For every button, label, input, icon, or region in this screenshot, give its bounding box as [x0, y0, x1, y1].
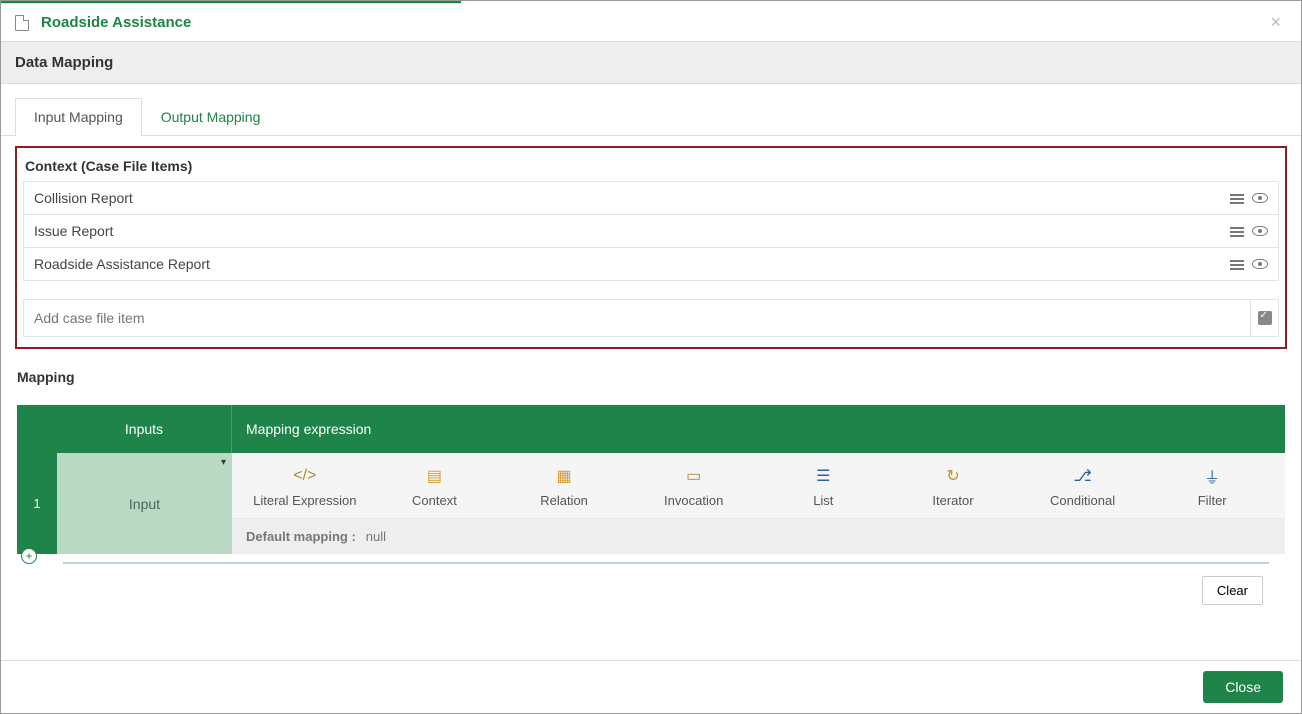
context-heading: Context (Case File Items) — [23, 154, 1279, 182]
tool-label: Invocation — [664, 493, 723, 508]
case-file-item-row[interactable]: Issue Report — [23, 214, 1279, 248]
invocation-icon: ▭ — [686, 467, 701, 485]
tool-iterator[interactable]: ↻ Iterator — [898, 467, 1008, 508]
mapping-heading: Mapping — [1, 359, 1301, 389]
conditional-icon: ⎇ — [1073, 467, 1091, 485]
page-title: Roadside Assistance — [41, 14, 191, 31]
case-file-item-row[interactable]: Roadside Assistance Report — [23, 247, 1279, 281]
row-number: 1 — [17, 453, 57, 554]
list-icon: ☰ — [816, 467, 830, 485]
add-case-file-item-row — [23, 299, 1279, 337]
add-case-file-item-input[interactable] — [24, 300, 1250, 336]
eye-icon[interactable] — [1252, 193, 1268, 203]
context-icon: ▤ — [427, 467, 442, 485]
tool-label: Relation — [540, 493, 588, 508]
tabs: Input Mapping Output Mapping — [1, 84, 1301, 136]
mapping-area: Inputs Mapping expression 1 Input ▾ </> … — [1, 389, 1301, 605]
section-header: Data Mapping — [1, 42, 1301, 84]
tool-label: Context — [412, 493, 457, 508]
reorder-icon[interactable] — [1230, 258, 1244, 270]
mapping-table: Inputs Mapping expression 1 Input ▾ </> … — [17, 405, 1285, 554]
tool-filter[interactable]: ⏚ Filter — [1157, 467, 1267, 508]
context-panel: Context (Case File Items) Collision Repo… — [15, 146, 1287, 349]
tool-context[interactable]: ▤ Context — [379, 467, 489, 508]
close-button[interactable]: Close — [1203, 671, 1283, 703]
clear-button[interactable]: Clear — [1202, 576, 1263, 605]
eye-icon[interactable] — [1252, 259, 1268, 269]
chevron-down-icon[interactable]: ▾ — [221, 457, 226, 468]
code-icon: </> — [293, 467, 316, 485]
default-mapping-value: null — [366, 529, 386, 544]
tool-conditional[interactable]: ⎇ Conditional — [1028, 467, 1138, 508]
default-mapping-label: Default mapping : — [246, 529, 356, 544]
case-file-item-label: Issue Report — [34, 223, 1230, 239]
tool-label: Conditional — [1050, 493, 1115, 508]
add-row-button[interactable]: + — [21, 548, 37, 564]
tool-list[interactable]: ☰ List — [768, 467, 878, 508]
mapping-row: 1 Input ▾ </> Literal Expression ▤ Conte… — [17, 453, 1285, 554]
case-file-item-row[interactable]: Collision Report — [23, 181, 1279, 215]
reorder-icon[interactable] — [1230, 192, 1244, 204]
add-confirm-button[interactable] — [1250, 300, 1278, 336]
col-inputs-header: Inputs — [57, 405, 232, 453]
expression-toolbar: </> Literal Expression ▤ Context ▦ Relat… — [232, 453, 1285, 519]
tool-relation[interactable]: ▦ Relation — [509, 467, 619, 508]
input-cell[interactable]: Input ▾ — [57, 453, 232, 554]
tab-output-mapping[interactable]: Output Mapping — [142, 98, 280, 136]
relation-icon: ▦ — [557, 467, 572, 485]
title-bar: Roadside Assistance × — [1, 4, 1301, 42]
case-file-item-label: Collision Report — [34, 190, 1230, 206]
tab-input-mapping[interactable]: Input Mapping — [15, 98, 142, 136]
expression-cell: </> Literal Expression ▤ Context ▦ Relat… — [232, 453, 1285, 554]
eye-icon[interactable] — [1252, 226, 1268, 236]
tool-invocation[interactable]: ▭ Invocation — [639, 467, 749, 508]
tool-label: Literal Expression — [253, 493, 356, 508]
tool-label: Filter — [1198, 493, 1227, 508]
filter-icon: ⏚ — [1204, 467, 1220, 485]
close-icon[interactable]: × — [1264, 12, 1287, 33]
iterator-icon: ↻ — [946, 467, 959, 485]
col-expression-header: Mapping expression — [232, 405, 1285, 453]
case-file-item-label: Roadside Assistance Report — [34, 256, 1230, 272]
tool-label: Iterator — [932, 493, 973, 508]
tool-literal-expression[interactable]: </> Literal Expression — [250, 467, 360, 508]
mapping-table-header: Inputs Mapping expression — [17, 405, 1285, 453]
input-cell-label: Input — [129, 496, 160, 512]
tool-label: List — [813, 493, 833, 508]
reorder-icon[interactable] — [1230, 225, 1244, 237]
dialog-footer: Close — [1, 660, 1301, 713]
document-icon — [15, 15, 29, 31]
default-mapping-row: Default mapping : null — [232, 519, 1285, 554]
